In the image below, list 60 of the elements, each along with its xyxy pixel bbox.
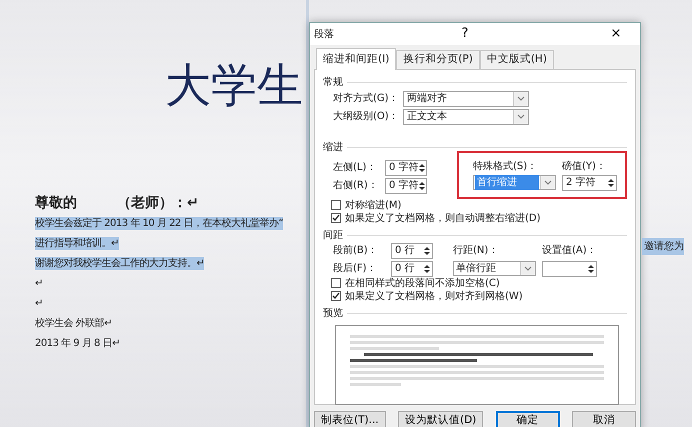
spinner-field[interactable]: 0 行 — [391, 260, 433, 277]
document-line: 校学生会 外联部↵ — [35, 317, 112, 330]
caret-icon — [524, 266, 532, 272]
spinner-arrows-icon — [608, 178, 614, 188]
field-label: 磅值(Y)： — [562, 160, 607, 174]
section-heading: 预览 — [323, 306, 343, 321]
spinner-arrows-icon — [588, 264, 594, 274]
tab[interactable]: 换行和分页(P) — [396, 50, 480, 69]
document-line: ↵ — [35, 297, 43, 310]
spinner-arrows-icon — [419, 180, 426, 191]
dialog-button[interactable]: 取消 — [572, 410, 636, 427]
tab[interactable]: 中文版式(H) — [480, 50, 554, 69]
dropdown[interactable]: 正文文本 — [403, 108, 529, 125]
field-label: 段前(B)： — [333, 244, 379, 258]
addressee-text: （老师）：↵ — [117, 194, 199, 213]
spinner-arrows-icon — [419, 162, 426, 173]
spinner-arrows-icon — [424, 246, 430, 256]
greeting-text: 尊敬的 — [35, 194, 77, 213]
caret-icon — [544, 180, 552, 185]
help-button[interactable]: ? — [445, 24, 485, 44]
caret-icon — [517, 114, 525, 120]
field-label: 行距(N)： — [453, 244, 500, 258]
field-label: 大纲级别(O)： — [332, 110, 400, 124]
spinner-field[interactable]: 0 字符 — [385, 178, 427, 194]
dropdown[interactable]: 两端对齐 — [403, 90, 529, 107]
checkmark-icon — [332, 292, 340, 300]
tab[interactable]: 缩进和间距(I) — [316, 48, 396, 70]
field-label: 段后(F)： — [333, 262, 378, 276]
document-line: ↵ — [35, 277, 43, 290]
document-title: 大学生 — [165, 62, 303, 108]
checkbox-label: 如果定义了文档网格，则对齐到网格(W) — [345, 290, 523, 304]
field-label: 设置值(A)： — [542, 244, 598, 258]
section-heading: 间距 — [323, 228, 343, 243]
dialog-button[interactable]: 设为默认值(D) — [398, 410, 484, 427]
checkbox-label: 对称缩进(M) — [345, 198, 402, 212]
checkbox[interactable] — [331, 213, 341, 224]
spinner-field[interactable]: 0 行 — [391, 242, 433, 259]
close-button[interactable]: × — [596, 24, 636, 44]
spinner-field[interactable] — [542, 260, 597, 277]
spinner-field[interactable]: 0 字符 — [385, 160, 427, 176]
field-label: 左侧(L)： — [332, 161, 378, 176]
dialog-title: 段落 — [314, 28, 334, 42]
dropdown[interactable]: 单倍行距 — [453, 261, 536, 276]
spinner-arrows-icon — [424, 264, 430, 274]
checkbox-label: 如果定义了文档网格，则自动调整右缩进(D) — [345, 212, 541, 226]
document-line: 2013 年 9 月 8 日↵ — [35, 337, 120, 350]
field-label: 右侧(R)： — [332, 179, 379, 194]
checkbox[interactable] — [331, 291, 341, 302]
section-heading: 缩进 — [323, 140, 343, 155]
checkbox[interactable] — [331, 278, 341, 288]
checkbox[interactable] — [331, 200, 341, 210]
section-heading: 常规 — [323, 76, 343, 90]
field-label: 特殊格式(S)： — [473, 160, 538, 174]
field-label: 对齐方式(G)： — [332, 92, 400, 106]
caret-icon — [517, 96, 525, 102]
dialog-button[interactable]: 确定 — [496, 410, 560, 427]
checkmark-icon — [332, 214, 340, 222]
checkbox-label: 在相同样式的段落间不添加空格(C) — [345, 276, 500, 290]
dialog-button[interactable]: 制表位(T)... — [314, 410, 386, 427]
spinner-field[interactable]: 2 字符 — [562, 174, 617, 191]
